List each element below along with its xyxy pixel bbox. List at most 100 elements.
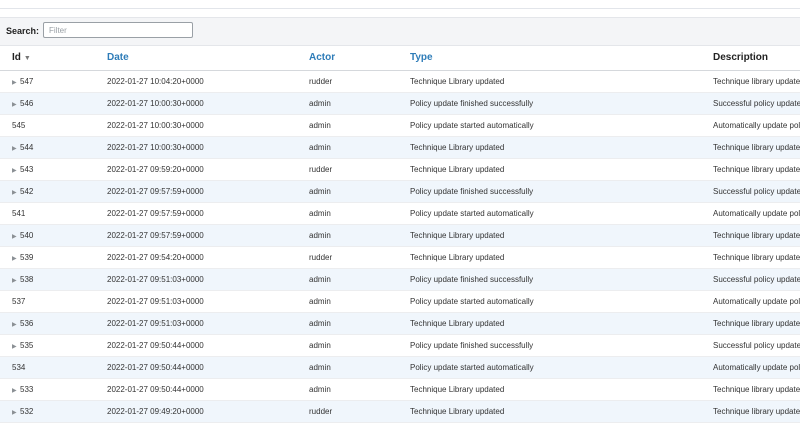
table-row[interactable]: ▶ 536 2022-01-27 09:51:03+0000 admin Techniq… <box>0 312 800 335</box>
row-actor: admin <box>309 136 410 159</box>
row-type: Policy update finished successfully <box>410 92 713 115</box>
row-description: Technique library updated <box>713 224 800 247</box>
row-date: 2022-01-27 09:50:44+0000 <box>107 378 309 401</box>
table-row[interactable]: ▶ 535 2022-01-27 09:50:44+0000 admin Policy … <box>0 334 800 357</box>
row-id: 536 <box>20 319 34 328</box>
row-description: Technique library updated <box>713 158 800 181</box>
table-row[interactable]: ▶ 540 2022-01-27 09:57:59+0000 admin Techniq… <box>0 224 800 247</box>
row-date: 2022-01-27 09:51:03+0000 <box>107 312 309 335</box>
row-description: Automatically update policies <box>713 356 800 379</box>
row-date: 2022-01-27 09:51:03+0000 <box>107 290 309 313</box>
sort-descending-icon: ▼ <box>23 55 31 62</box>
row-actor: admin <box>309 312 410 335</box>
expand-caret-icon[interactable]: ▶ <box>12 387 20 394</box>
row-id: 534 <box>12 363 26 372</box>
row-id-cell[interactable]: ▶ 536 <box>0 312 107 335</box>
row-id-cell[interactable]: ▶ 544 <box>0 136 107 159</box>
row-type: Technique Library updated <box>410 312 713 335</box>
row-id-cell[interactable]: ▶ 546 <box>0 92 107 115</box>
expand-caret-icon[interactable]: ▶ <box>12 255 20 262</box>
row-id: 547 <box>20 77 34 86</box>
row-id-cell[interactable]: ▶ 540 <box>0 224 107 247</box>
row-description: Technique library updated <box>713 70 800 93</box>
row-id-cell[interactable]: ▶ 542 <box>0 180 107 203</box>
expand-caret-icon[interactable]: ▶ <box>12 409 20 416</box>
row-id: 532 <box>20 407 34 416</box>
row-id-cell[interactable]: ▶ 543 <box>0 158 107 181</box>
table-row[interactable]: 534 2022-01-27 09:50:44+0000 admin Policy u… <box>0 356 800 379</box>
row-description: Automatically update policies <box>713 114 800 137</box>
table-row[interactable]: ▶ 544 2022-01-27 10:00:30+0000 admin Techniq… <box>0 136 800 159</box>
row-id: 537 <box>12 297 26 306</box>
column-header-id[interactable]: Id ▼ <box>0 45 107 71</box>
row-id: 541 <box>12 209 26 218</box>
row-id-cell: 537 <box>0 290 107 313</box>
row-description: Successful policy update <box>713 268 800 291</box>
row-actor: admin <box>309 268 410 291</box>
row-id-cell[interactable]: ▶ 539 <box>0 246 107 269</box>
table-row[interactable]: ▶ 547 2022-01-27 10:04:20+0000 rudder Techni… <box>0 70 800 93</box>
search-label: Search: <box>6 26 40 36</box>
row-id: 542 <box>20 187 34 196</box>
row-actor: admin <box>309 356 410 379</box>
row-date: 2022-01-27 09:54:20+0000 <box>107 246 309 269</box>
row-date: 2022-01-27 10:00:30+0000 <box>107 92 309 115</box>
row-description: Technique library updated <box>713 312 800 335</box>
row-description: Technique library updated <box>713 378 800 401</box>
table-row[interactable]: ▶ 538 2022-01-27 09:51:03+0000 admin Policy … <box>0 268 800 291</box>
event-log-table: Id ▼ Date Actor Type Description ▶ 547 2022… <box>0 45 800 423</box>
expand-caret-icon[interactable]: ▶ <box>12 277 20 284</box>
table-row[interactable]: 545 2022-01-27 10:00:30+0000 admin Policy u… <box>0 114 800 137</box>
expand-caret-icon[interactable]: ▶ <box>12 343 20 350</box>
search-input[interactable] <box>43 22 193 38</box>
table-row[interactable]: ▶ 542 2022-01-27 09:57:59+0000 admin Policy … <box>0 180 800 203</box>
expand-caret-icon[interactable]: ▶ <box>12 101 20 108</box>
column-header-actor[interactable]: Actor <box>309 45 410 71</box>
expand-caret-icon[interactable]: ▶ <box>12 79 20 86</box>
row-id: 535 <box>20 341 34 350</box>
row-id-cell: 545 <box>0 114 107 137</box>
expand-caret-icon[interactable]: ▶ <box>12 167 20 174</box>
row-type: Policy update finished successfully <box>410 334 713 357</box>
expand-caret-icon[interactable]: ▶ <box>12 233 20 240</box>
row-id-cell[interactable]: ▶ 538 <box>0 268 107 291</box>
row-id-cell[interactable]: ▶ 533 <box>0 378 107 401</box>
column-header-description[interactable]: Description <box>713 45 800 71</box>
row-type: Technique Library updated <box>410 158 713 181</box>
table-row[interactable]: ▶ 546 2022-01-27 10:00:30+0000 admin Policy … <box>0 92 800 115</box>
expand-caret-icon[interactable]: ▶ <box>12 145 20 152</box>
row-description: Technique library updated <box>713 400 800 423</box>
row-actor: rudder <box>309 70 410 93</box>
table-row[interactable]: ▶ 533 2022-01-27 09:50:44+0000 admin Techniq… <box>0 378 800 401</box>
row-description: Technique library updated <box>713 136 800 159</box>
row-type: Technique Library updated <box>410 136 713 159</box>
row-date: 2022-01-27 09:57:59+0000 <box>107 224 309 247</box>
row-type: Policy update started automatically <box>410 202 713 225</box>
row-description: Technique library updated <box>713 246 800 269</box>
table-row[interactable]: 541 2022-01-27 09:57:59+0000 admin Policy u… <box>0 202 800 225</box>
column-header-date[interactable]: Date <box>107 45 309 71</box>
column-header-type[interactable]: Type <box>410 45 713 71</box>
row-date: 2022-01-27 10:00:30+0000 <box>107 136 309 159</box>
table-row[interactable]: ▶ 532 2022-01-27 09:49:20+0000 rudder Techni… <box>0 400 800 423</box>
row-id-cell[interactable]: ▶ 535 <box>0 334 107 357</box>
row-date: 2022-01-27 09:49:20+0000 <box>107 400 309 423</box>
row-description: Automatically update policies <box>713 290 800 313</box>
row-id-cell: 541 <box>0 202 107 225</box>
table-row[interactable]: ▶ 539 2022-01-27 09:54:20+0000 rudder Techni… <box>0 246 800 269</box>
table-body: ▶ 547 2022-01-27 10:04:20+0000 rudder Techni… <box>0 70 800 423</box>
table-row[interactable]: 537 2022-01-27 09:51:03+0000 admin Policy u… <box>0 290 800 313</box>
column-header-id-label: Id <box>12 52 21 63</box>
expand-caret-icon[interactable]: ▶ <box>12 189 20 196</box>
row-id-cell[interactable]: ▶ 547 <box>0 70 107 93</box>
row-id-cell[interactable]: ▶ 532 <box>0 400 107 423</box>
row-id: 533 <box>20 385 34 394</box>
row-description: Automatically update policies <box>713 202 800 225</box>
table-row[interactable]: ▶ 543 2022-01-27 09:59:20+0000 rudder Techni… <box>0 158 800 181</box>
row-description: Successful policy update <box>713 180 800 203</box>
row-actor: admin <box>309 202 410 225</box>
expand-caret-icon[interactable]: ▶ <box>12 321 20 328</box>
row-date: 2022-01-27 09:50:44+0000 <box>107 334 309 357</box>
row-type: Policy update started automatically <box>410 356 713 379</box>
row-date: 2022-01-27 09:57:59+0000 <box>107 202 309 225</box>
